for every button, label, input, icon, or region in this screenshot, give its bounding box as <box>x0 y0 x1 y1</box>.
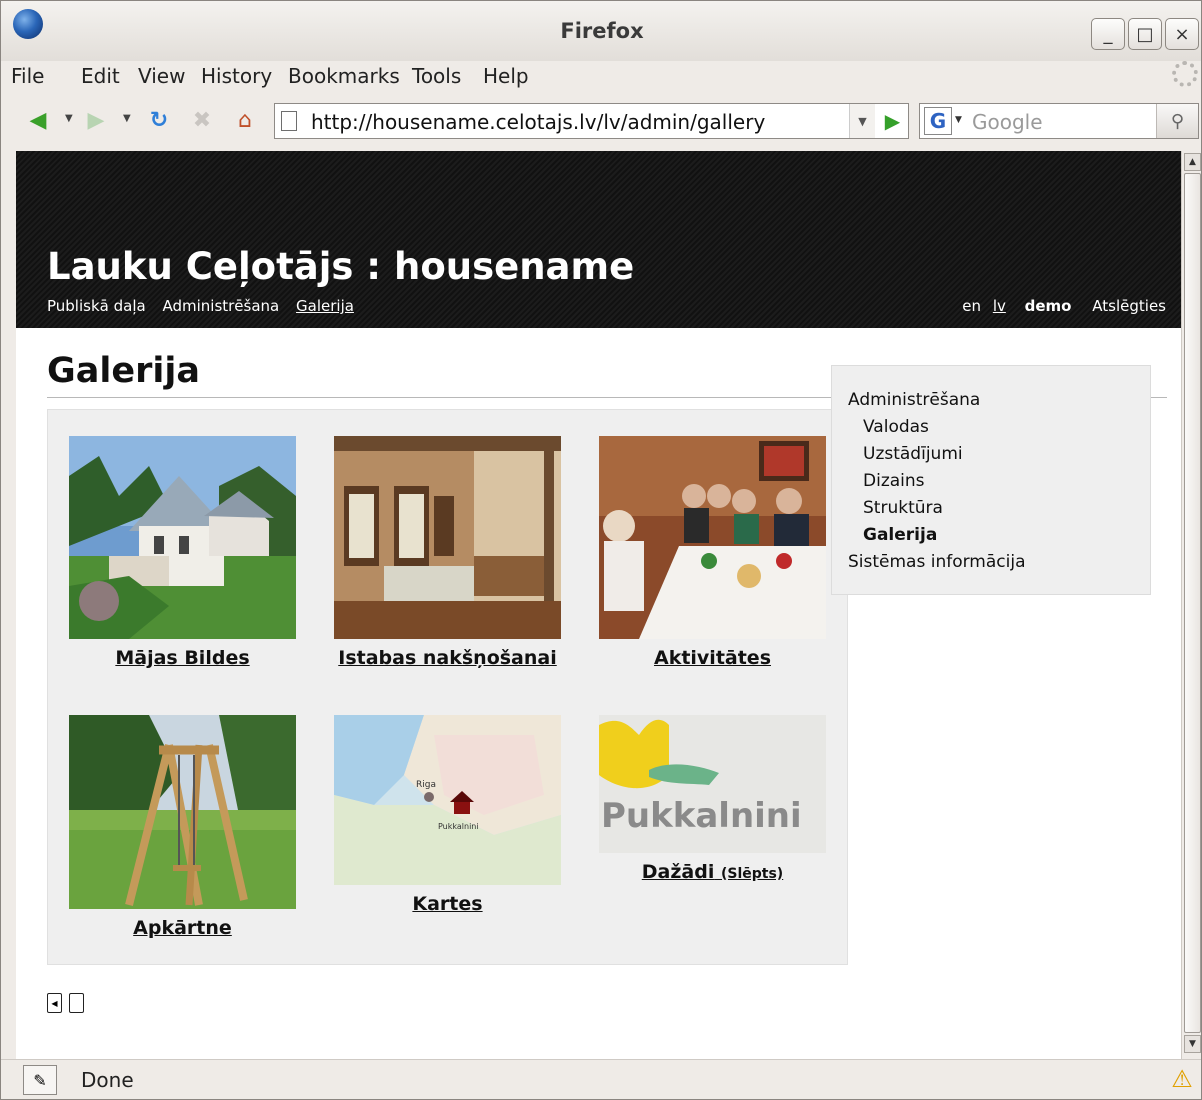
gallery-item[interactable]: Istabas nakšņošanai <box>334 436 561 669</box>
gallery-item-label[interactable]: Kartes <box>412 893 482 915</box>
gallery-item[interactable]: Apkārtne <box>69 715 296 939</box>
browser-window: Firefox _ □ × File Edit View History Boo… <box>0 0 1202 1100</box>
logo-text: Pukkalnini <box>601 796 802 836</box>
page-icon <box>281 111 297 131</box>
activity-throbber-icon <box>1172 61 1198 87</box>
map-label-riga: Riga <box>416 780 436 790</box>
lang-lv-link[interactable]: lv <box>993 297 1006 315</box>
logout-link[interactable]: Atslēgties <box>1092 297 1166 315</box>
scroll-thumb[interactable] <box>1184 173 1201 1033</box>
back-dropdown-icon[interactable]: ▼ <box>65 113 73 124</box>
bedroom-photo-icon[interactable] <box>334 436 561 639</box>
address-text[interactable]: http://housename.celotajs.lv/lv/admin/ga… <box>311 110 765 134</box>
search-input[interactable]: Google <box>972 110 1043 134</box>
map-photo-icon[interactable]: Riga Pukkalnini <box>334 715 561 885</box>
close-button[interactable]: × <box>1165 18 1199 50</box>
engine-dropdown-icon[interactable]: ▼ <box>955 115 962 125</box>
status-text: Done <box>81 1068 134 1092</box>
admin-menu-item-sistemas[interactable]: Sistēmas informācija <box>848 552 1026 572</box>
admin-menu-item-valodas[interactable]: Valodas <box>863 417 929 437</box>
gallery-item-label[interactable]: Istabas nakšņošanai <box>338 647 557 669</box>
lang-en-link[interactable]: en <box>962 297 981 315</box>
previous-page-icon[interactable]: ◀ <box>47 993 62 1013</box>
top-navigation: Publiskā daļa Administrēšana Galerija <box>47 297 366 315</box>
forward-arrow-icon[interactable]: ▶ <box>81 105 111 135</box>
hidden-note: (Slēpts) <box>720 866 784 882</box>
title-bar: Firefox _ □ × <box>1 1 1201 61</box>
gallery-grid: Mājas Bildes Istabas nakšņošanai Aktivit… <box>47 409 848 965</box>
gallery-item[interactable]: Pukkalnini Dažādi (Slēpts) <box>599 715 826 883</box>
connection-icon[interactable]: ✎ <box>23 1065 57 1095</box>
admin-menu-item-galerija[interactable]: Galerija <box>863 525 937 545</box>
house-photo-icon[interactable] <box>69 436 296 639</box>
gallery-item-label[interactable]: Apkārtne <box>133 917 232 939</box>
nav-public-link[interactable]: Publiskā daļa <box>47 297 146 315</box>
menu-file[interactable]: File <box>11 64 44 88</box>
gallery-item[interactable]: Riga Pukkalnini Kartes <box>334 715 561 915</box>
status-bar: ✎ Done ⚠ <box>1 1059 1201 1099</box>
navigation-toolbar: ◀ ▼ ▶ ▼ ↻ ✖ ⌂ http://housename.celotajs.… <box>1 95 1201 151</box>
site-header: Lauku Ceļotājs : housename Publiskā daļa… <box>16 151 1181 328</box>
warning-icon[interactable]: ⚠ <box>1167 1064 1197 1094</box>
page-viewport: Lauku Ceļotājs : housename Publiskā daļa… <box>16 151 1181 1059</box>
search-magnifier-icon[interactable]: ⚲ <box>1156 104 1198 138</box>
forward-dropdown-icon[interactable]: ▼ <box>123 113 131 124</box>
minimize-button[interactable]: _ <box>1091 18 1125 50</box>
menu-edit[interactable]: Edit <box>81 64 120 88</box>
new-page-icon[interactable] <box>69 993 84 1013</box>
gallery-item-label[interactable]: Aktivitātes <box>654 647 771 669</box>
gallery-item-label[interactable]: Mājas Bildes <box>115 647 249 669</box>
menu-tools[interactable]: Tools <box>412 64 461 88</box>
admin-menu-item-struktura[interactable]: Struktūra <box>863 498 943 518</box>
maximize-button[interactable]: □ <box>1128 18 1162 50</box>
swing-photo-icon[interactable] <box>69 715 296 909</box>
nav-gallery-link[interactable]: Galerija <box>296 297 354 315</box>
reload-icon[interactable]: ↻ <box>144 105 174 135</box>
gallery-item-label-text[interactable]: Dažādi <box>642 861 715 883</box>
scroll-down-icon[interactable]: ▼ <box>1184 1035 1201 1053</box>
scroll-up-icon[interactable]: ▲ <box>1184 153 1201 171</box>
page-title: Galerija <box>47 351 200 391</box>
gallery-item[interactable]: Aktivitātes <box>599 436 826 669</box>
menu-bookmarks[interactable]: Bookmarks <box>288 64 400 88</box>
vertical-scrollbar[interactable]: ▲ ▼ <box>1181 151 1201 1059</box>
admin-sidebar-menu: Administrēšana Valodas Uzstādījumi Dizai… <box>831 365 1151 595</box>
menu-help[interactable]: Help <box>483 64 529 88</box>
username: demo <box>1024 297 1072 315</box>
admin-menu-item-uzstadijumi[interactable]: Uzstādījumi <box>863 444 963 464</box>
address-dropdown-icon[interactable]: ▼ <box>849 104 875 138</box>
address-bar[interactable]: http://housename.celotajs.lv/lv/admin/ga… <box>274 103 909 139</box>
stop-icon[interactable]: ✖ <box>187 105 217 135</box>
menu-bar: File Edit View History Bookmarks Tools H… <box>1 61 1201 95</box>
admin-menu-item-administresana[interactable]: Administrēšana <box>848 390 980 410</box>
menu-history[interactable]: History <box>201 64 272 88</box>
dinner-photo-icon[interactable] <box>599 436 826 639</box>
back-arrow-icon[interactable]: ◀ <box>23 105 53 135</box>
go-arrow-icon[interactable]: ▶ <box>877 104 908 138</box>
gallery-item-label[interactable]: Dažādi (Slēpts) <box>642 861 783 883</box>
admin-menu-item-dizains[interactable]: Dizains <box>863 471 925 491</box>
site-title: Lauku Ceļotājs : housename <box>47 245 635 288</box>
home-icon[interactable]: ⌂ <box>230 105 260 135</box>
map-label-pukkalnini: Pukkalnini <box>438 822 479 831</box>
menu-view[interactable]: View <box>138 64 185 88</box>
search-bar[interactable]: G ▼ Google ⚲ <box>919 103 1199 139</box>
nav-admin-link[interactable]: Administrēšana <box>162 297 279 315</box>
search-engine-icon[interactable]: G <box>924 107 952 135</box>
user-area: en lv demo Atslēgties <box>955 297 1166 315</box>
logo-photo-icon[interactable]: Pukkalnini <box>599 715 826 853</box>
window-title: Firefox <box>560 19 644 43</box>
gallery-item[interactable]: Mājas Bildes <box>69 436 296 669</box>
